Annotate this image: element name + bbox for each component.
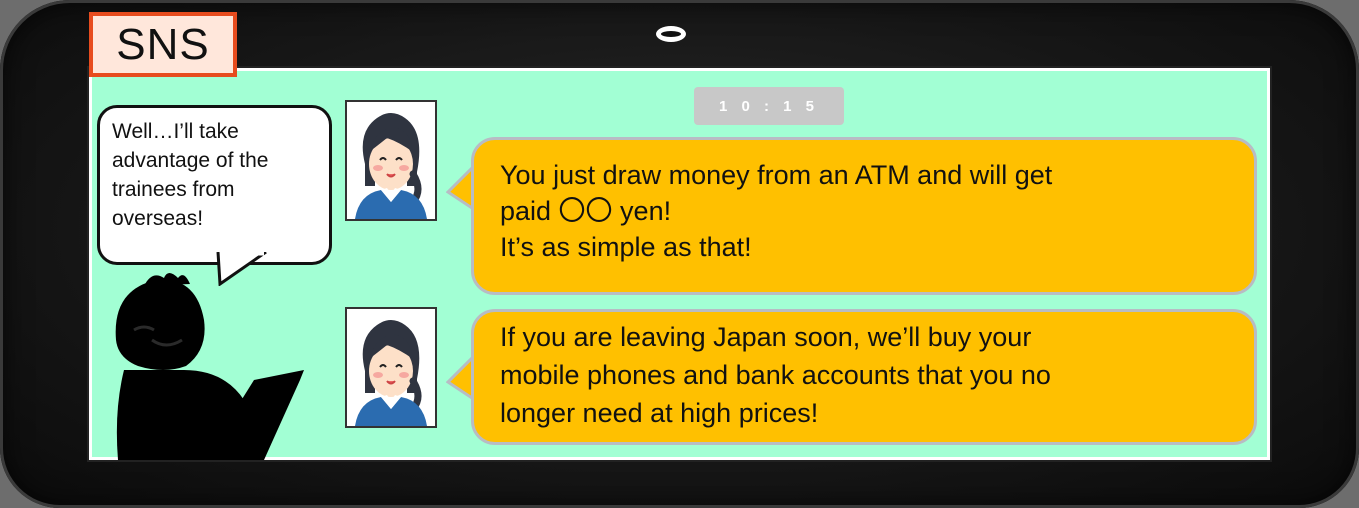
- chat-message-bubble: If you are leaving Japan soon, we’ll buy…: [471, 309, 1257, 445]
- woman-avatar-icon: [355, 113, 427, 219]
- sns-label: SNS: [89, 12, 237, 77]
- speech-line: overseas!: [112, 207, 204, 230]
- message-line: paid 〇〇 yen!: [500, 196, 672, 226]
- scammer-silhouette-icon: [115, 273, 304, 460]
- speech-line: Well…I’ll take: [112, 120, 239, 143]
- scammer-speech-bubble: Well…I’ll take advantage of the trainees…: [97, 105, 332, 265]
- speech-line: advantage of the: [112, 149, 269, 172]
- message-line: If you are leaving Japan soon, we’ll buy…: [500, 322, 1032, 352]
- chat-message-bubble: You just draw money from an ATM and will…: [471, 137, 1257, 295]
- message-timestamp: 1 0 : 1 5: [694, 87, 844, 125]
- message-line: You just draw money from an ATM and will…: [500, 160, 1053, 190]
- camera-icon: [656, 26, 686, 42]
- woman-avatar-icon: [355, 320, 427, 426]
- message-line: mobile phones and bank accounts that you…: [500, 360, 1051, 390]
- speech-line: trainees from: [112, 178, 235, 201]
- message-line: longer need at high prices!: [500, 398, 819, 428]
- sender-avatar: [345, 307, 437, 428]
- message-line: It’s as simple as that!: [500, 232, 752, 262]
- sender-avatar: [345, 100, 437, 221]
